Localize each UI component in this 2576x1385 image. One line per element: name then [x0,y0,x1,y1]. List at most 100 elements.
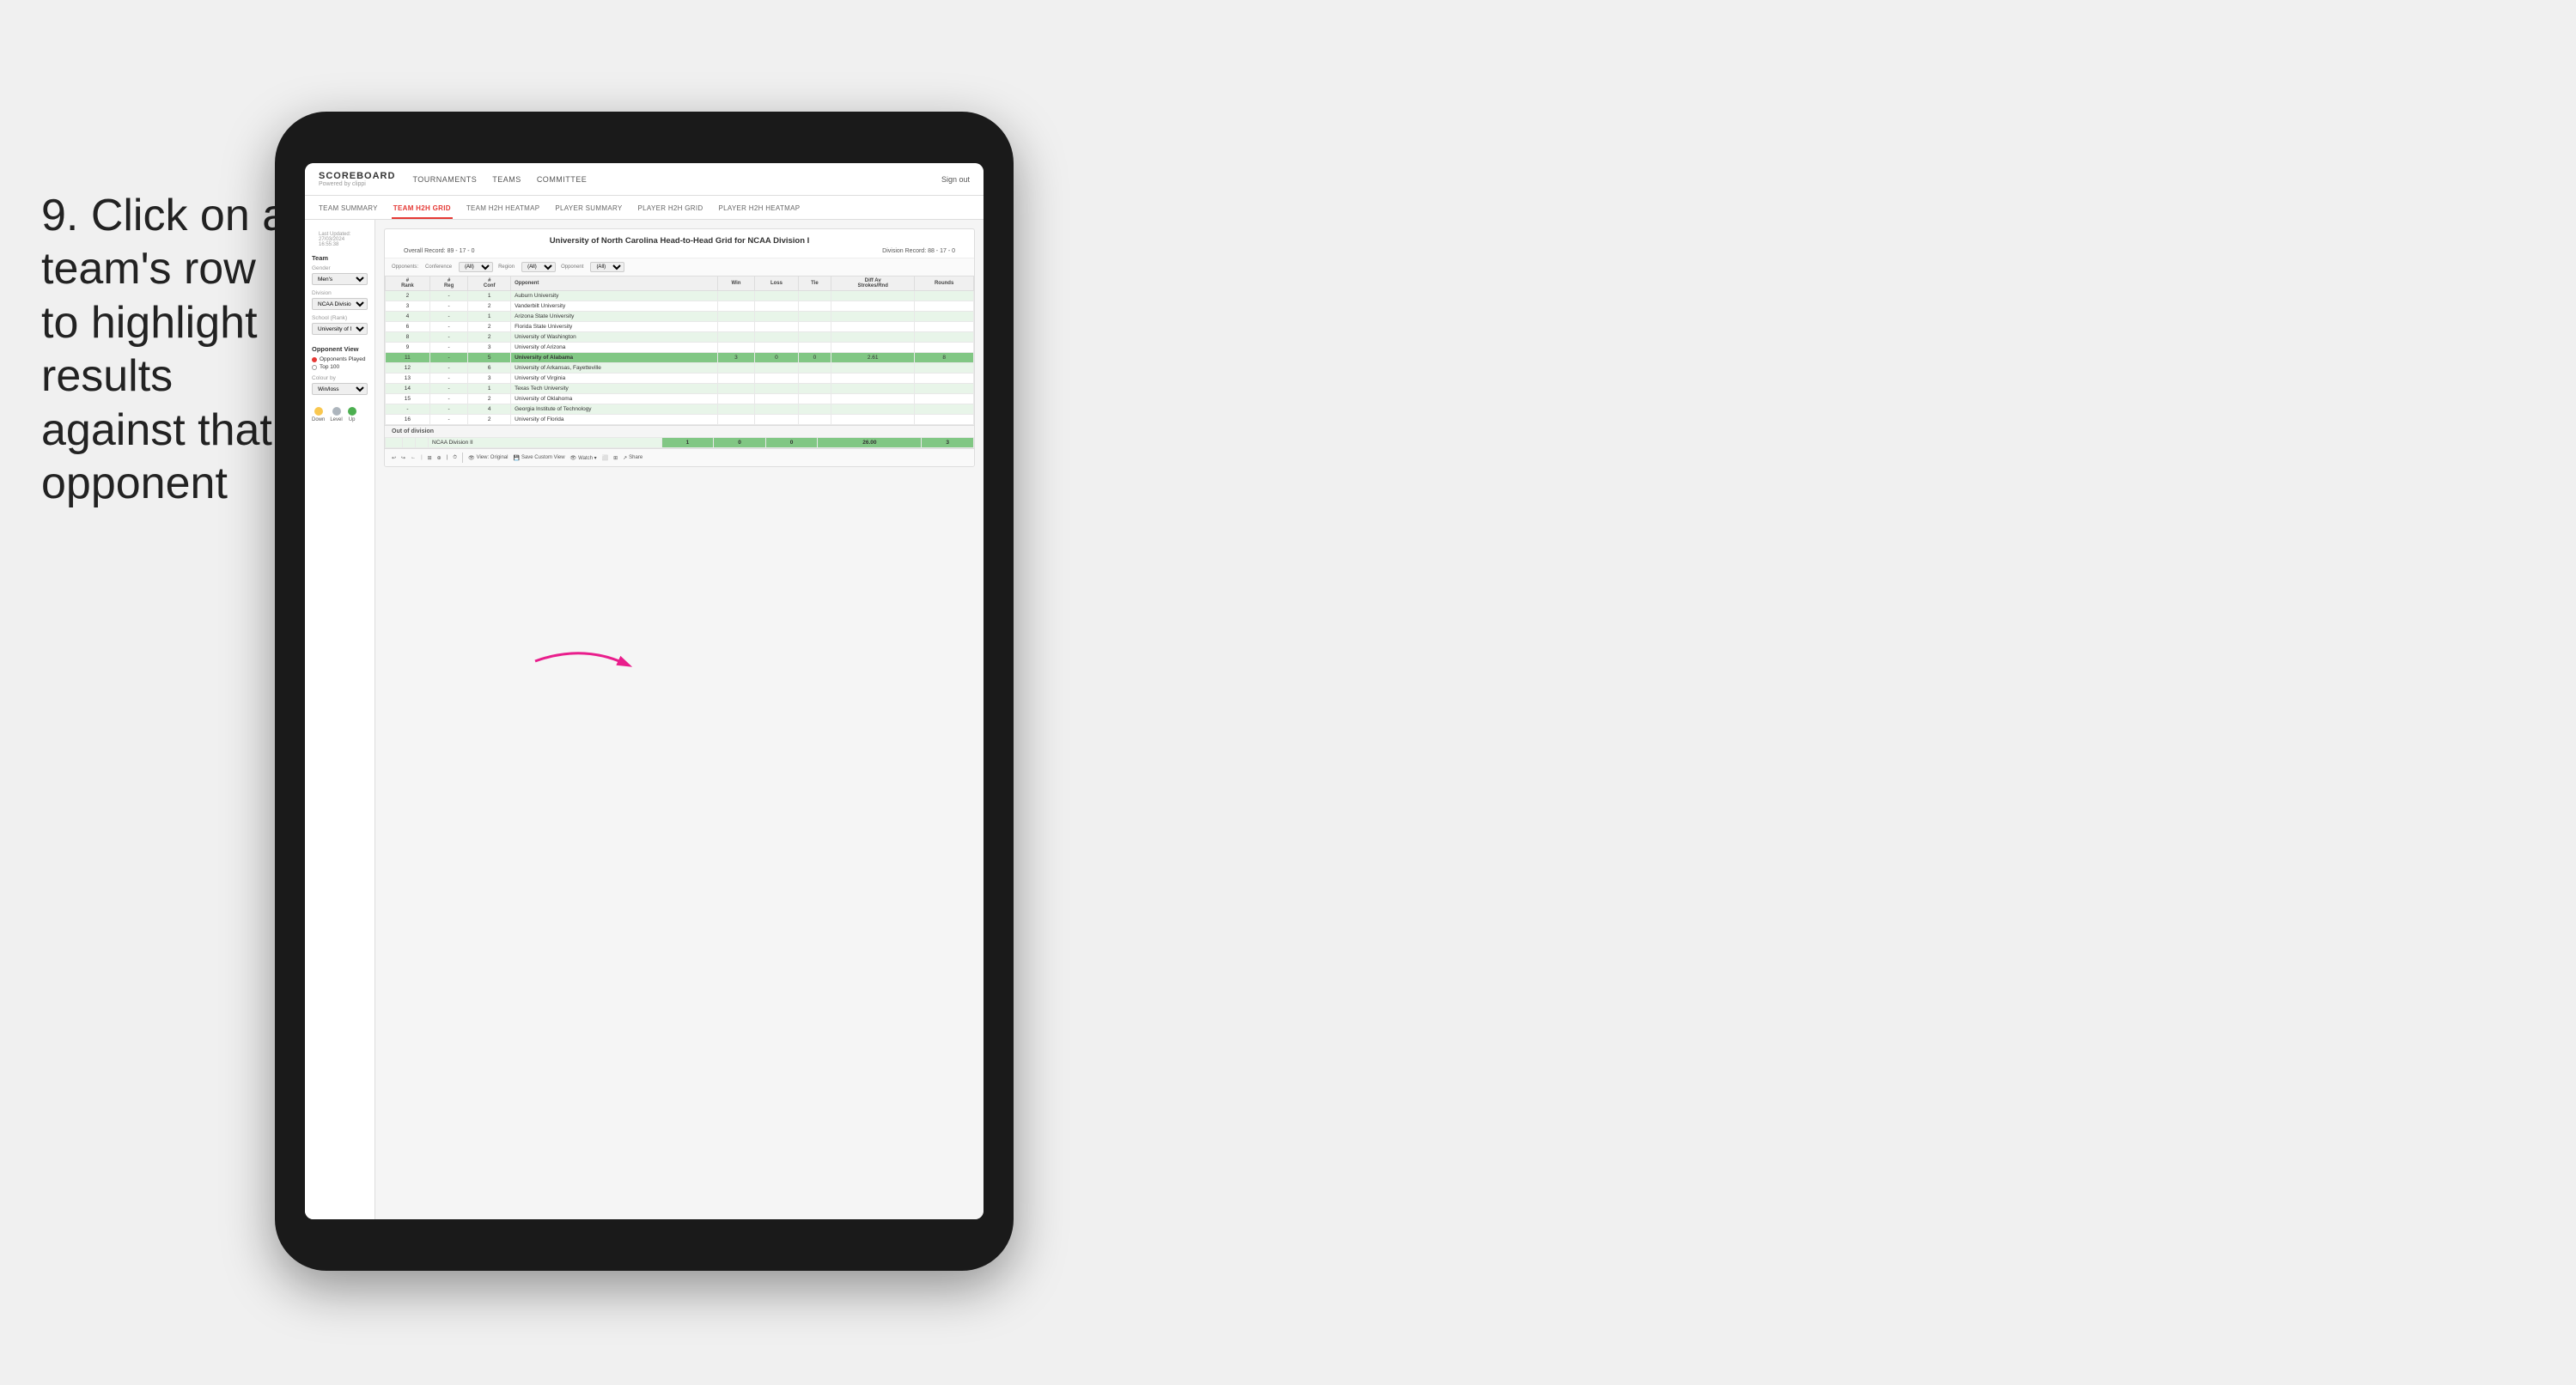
table-row[interactable]: 6-2 Florida State University [386,322,974,332]
nav-items: TOURNAMENTS TEAMS COMMITTEE [412,172,941,187]
table-row[interactable]: 4-1 Arizona State University [386,312,974,322]
opponent-filter-select[interactable]: (All) [590,262,624,272]
legend-level: Level [330,407,342,422]
toolbar-icon1[interactable]: ⊞ [428,455,432,461]
tab-player-summary[interactable]: PLAYER SUMMARY [553,204,624,219]
out-of-division-row[interactable]: NCAA Division II 1 0 0 26.00 3 [386,438,974,448]
save-custom-btn[interactable]: 💾 Save Custom View [513,455,564,461]
instruction-text: 9. Click on a team's row to highlight re… [41,189,290,510]
share-btn[interactable]: ↗ Share [623,455,642,461]
out-of-division-table: NCAA Division II 1 0 0 26.00 3 [385,437,974,448]
table-row[interactable]: --4 Georgia Institute of Technology [386,404,974,415]
legend-dot-up [348,407,356,416]
gender-label: Gender [312,265,368,271]
colour-by-label: Colour by [312,375,368,381]
table-row[interactable]: 12-6 University of Arkansas, Fayettevill… [386,363,974,374]
radio-opponents-played[interactable]: Opponents Played [312,356,368,362]
tab-team-h2h-heatmap[interactable]: TEAM H2H HEATMAP [465,204,542,219]
legend-down: Down [312,407,325,422]
view-original-btn[interactable]: 👁 View: Original [468,455,509,461]
redo-button[interactable]: ↪ [401,455,405,461]
conference-filter-select[interactable]: (All) [459,262,493,272]
toolbar-icon4[interactable]: ⬜ [602,455,608,461]
legend-dot-level [332,407,341,416]
toolbar-clock[interactable]: ⏱ [453,455,457,461]
team-section-title: Team [312,254,368,262]
table-row[interactable]: 16-2 University of Florida [386,415,974,425]
table-row[interactable]: 9-3 University of Arizona [386,343,974,353]
watch-btn[interactable]: 👁 Watch ▾ [570,455,597,461]
table-row-highlighted[interactable]: 11-5 University of Alabama 3002.618 [386,353,974,363]
opponent-view-radios: Opponents Played Top 100 [312,356,368,370]
radio-dot-top100 [312,365,317,370]
opponent-view-title: Opponent View [312,345,368,353]
filter-row: Opponents: Conference (All) Region (All)… [385,258,974,276]
col-opponent: Opponent [511,276,718,291]
last-updated: Last Updated: 27/03/2024 16:55:38 [312,228,368,249]
legend-dot-down [314,407,323,416]
logo-sub: Powered by clippi [319,181,395,187]
top-nav: SCOREBOARD Powered by clippi TOURNAMENTS… [305,163,984,196]
table-row[interactable]: 13-3 University of Virginia [386,374,974,384]
logo-text: SCOREBOARD [319,171,395,181]
school-label: School (Rank) [312,315,368,321]
view-icon: 👁 [468,455,475,461]
out-of-division-header: Out of division [385,425,974,437]
col-diff: Diff AvStrokes/Rnd [831,276,915,291]
tablet-device: SCOREBOARD Powered by clippi TOURNAMENTS… [275,112,1014,1271]
colour-by-select[interactable]: Win/loss [312,383,368,395]
save-icon: 💾 [513,455,519,461]
undo-button[interactable]: ↩ [392,455,396,461]
table-row[interactable]: 8-2 University of Washington [386,332,974,343]
col-win: Win [717,276,755,291]
tablet-screen: SCOREBOARD Powered by clippi TOURNAMENTS… [305,163,984,1219]
table-row[interactable]: 14-1 Texas Tech University [386,384,974,394]
h2h-table: #Rank #Reg #Conf Opponent Win Loss Tie D… [385,276,974,425]
toolbar-divider [462,453,463,463]
toolbar: ↩ ↪ ← | ⊞ ⊕ | ⏱ 👁 View: Original [385,448,974,466]
tab-player-h2h-heatmap[interactable]: PLAYER H2H HEATMAP [716,204,801,219]
col-rank: #Rank [386,276,430,291]
opponent-filter-label: Opponent [561,264,583,270]
tab-player-h2h-grid[interactable]: PLAYER H2H GRID [636,204,705,219]
radio-top100[interactable]: Top 100 [312,364,368,370]
tab-team-summary[interactable]: TEAM SUMMARY [317,204,380,219]
main-content: Last Updated: 27/03/2024 16:55:38 Team G… [305,220,984,1219]
conference-filter-label: Conference [425,264,452,270]
toolbar-icon5[interactable]: ⊞ [613,455,618,461]
sign-out-link[interactable]: Sign out [941,175,970,184]
report-header: University of North Carolina Head-to-Hea… [385,229,974,258]
col-conf: #Conf [468,276,511,291]
nav-committee[interactable]: COMMITTEE [537,172,588,187]
report-container: University of North Carolina Head-to-Hea… [384,228,975,467]
table-row[interactable]: 15-2 University of Oklahoma [386,394,974,404]
table-row[interactable]: 3-2 Vanderbilt University [386,301,974,312]
content-area: University of North Carolina Head-to-Hea… [375,220,984,1219]
col-reg: #Reg [429,276,468,291]
school-select[interactable]: University of Nort... [312,323,368,335]
gender-select[interactable]: Men's [312,273,368,285]
logo-area: SCOREBOARD Powered by clippi [319,171,395,187]
opponents-label: Opponents: [392,264,418,270]
division-label: Division [312,290,368,296]
nav-tournaments[interactable]: TOURNAMENTS [412,172,477,187]
division-select[interactable]: NCAA Division I [312,298,368,310]
sidebar: Last Updated: 27/03/2024 16:55:38 Team G… [305,220,375,1219]
watch-icon: 👁 [570,455,577,461]
toolbar-icon3[interactable]: | [447,455,448,460]
back-button[interactable]: ← [411,455,416,460]
overall-record: Overall Record: 89 - 17 - 0 [404,248,474,254]
col-tie: Tie [798,276,831,291]
division-record: Division Record: 88 - 17 - 0 [882,248,955,254]
col-loss: Loss [755,276,798,291]
table-row[interactable]: 2-1 Auburn University [386,291,974,301]
nav-teams[interactable]: TEAMS [492,172,521,187]
sub-nav: TEAM SUMMARY TEAM H2H GRID TEAM H2H HEAT… [305,196,984,220]
report-records: Overall Record: 89 - 17 - 0 Division Rec… [395,248,964,254]
region-filter-select[interactable]: (All) [521,262,556,272]
report-title: University of North Carolina Head-to-Hea… [395,236,964,246]
toolbar-icon2[interactable]: ⊕ [437,455,442,461]
radio-dot-opponents [312,357,317,362]
tab-team-h2h-grid[interactable]: TEAM H2H GRID [392,204,453,219]
col-rounds: Rounds [915,276,974,291]
